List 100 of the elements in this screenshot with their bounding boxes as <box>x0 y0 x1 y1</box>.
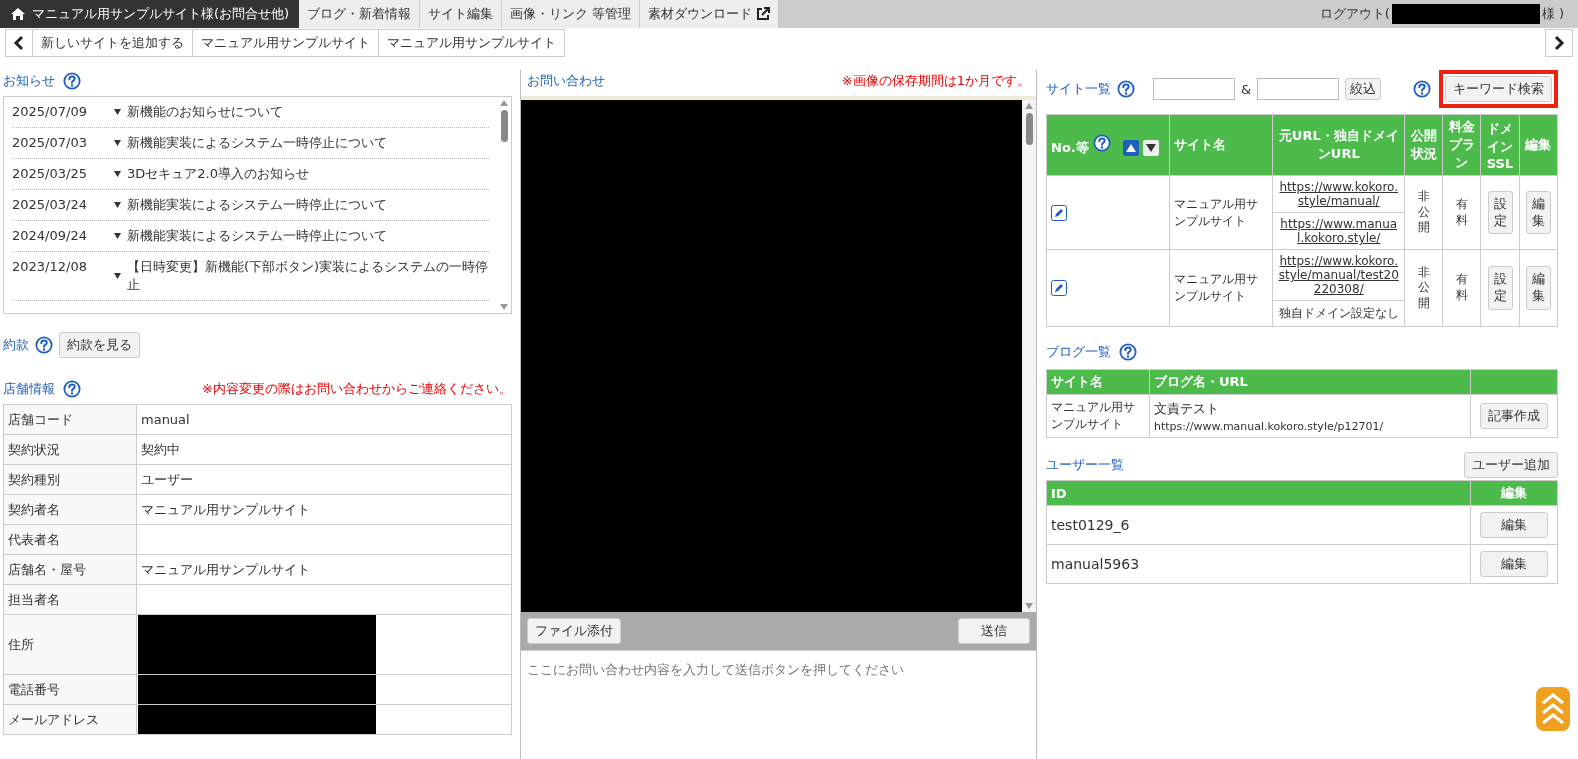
field-value: マニュアル用サンプルサイト <box>141 501 310 517</box>
notice-link[interactable]: 3Dセキュア2.0導入のお知らせ <box>127 165 309 183</box>
field-label: 契約種別 <box>3 464 137 495</box>
scroll-up-icon[interactable] <box>1025 103 1033 109</box>
notice-date: 2025/03/24 <box>12 196 88 214</box>
ssl-settings-button[interactable]: 設定 <box>1487 190 1513 235</box>
home-icon[interactable] <box>10 7 26 21</box>
triangle-icon <box>114 109 121 115</box>
site-title: マニュアル用サンプルサイト様(お問合せ他) <box>32 5 290 23</box>
triangle-icon <box>114 171 121 177</box>
help-icon[interactable] <box>1117 80 1135 98</box>
warning-text: ※内容変更の際はお問い合わせからご連絡ください。 <box>202 380 512 398</box>
view-terms-button[interactable]: 約款を見る <box>59 332 140 358</box>
site-tab[interactable]: マニュアル用サンプルサイト <box>379 29 565 57</box>
filter-button[interactable]: 絞込 <box>1345 78 1382 100</box>
ssl-settings-button[interactable]: 設定 <box>1487 266 1513 310</box>
help-icon[interactable] <box>35 336 53 354</box>
external-link-icon <box>756 7 771 21</box>
field-label: 担当者名 <box>3 584 137 615</box>
column-header: 元URL・独自ドメインURL <box>1272 114 1405 176</box>
field-label: 店舗名・屋号 <box>3 554 137 585</box>
notice-link[interactable]: 【日時変更】新機能(下部ボタン)実装によるシステムの一時停止 <box>127 258 489 294</box>
triangle-icon <box>114 233 121 239</box>
field-value: 契約中 <box>141 441 180 457</box>
status-text: 非公開 <box>1417 264 1430 312</box>
plan-text: 有料 <box>1455 272 1468 304</box>
user-id: test0129_6 <box>1046 505 1471 545</box>
edit-button[interactable]: 編集 <box>1525 266 1551 310</box>
nav-tab[interactable]: 素材ダウンロード <box>640 0 780 28</box>
column-header: 編集 <box>1519 114 1558 176</box>
column-header: 公開状況 <box>1404 114 1443 176</box>
column-header: ドメイン SSL <box>1480 114 1520 176</box>
column-header: 料金プラン <box>1442 114 1481 176</box>
edit-button[interactable]: 編集 <box>1480 512 1548 538</box>
filter-field[interactable] <box>1257 78 1340 100</box>
help-icon[interactable] <box>1093 133 1112 152</box>
field-label: 契約状況 <box>3 434 137 465</box>
attach-file-button[interactable]: ファイル添付 <box>527 618 621 644</box>
scroll-down-icon[interactable] <box>1025 603 1033 609</box>
notice-date: 2025/03/25 <box>12 165 88 183</box>
nav-tab[interactable]: ブログ・新着情報 <box>299 0 421 28</box>
honorific-label: 様 ) <box>1541 5 1564 23</box>
triangle-icon <box>1126 144 1137 152</box>
chevron-right-icon <box>1553 35 1565 51</box>
edit-button[interactable]: 編集 <box>1480 551 1548 577</box>
notice-link[interactable]: 新機能実装によるシステム一時停止について <box>127 227 387 245</box>
help-icon[interactable] <box>1413 80 1431 98</box>
section-title: ユーザー一覧 <box>1046 456 1124 474</box>
logout-link[interactable]: ログアウト( <box>1319 5 1390 23</box>
scrollbar-thumb[interactable] <box>500 110 508 142</box>
edit-button[interactable]: 編集 <box>1525 190 1551 235</box>
site-name: マニュアル用サンプルサイト <box>1046 394 1150 438</box>
site-tab[interactable]: 新しいサイトを追加する <box>33 29 193 57</box>
warning-text: ※画像の保存期間は1か月です。 <box>841 72 1030 90</box>
nav-tab[interactable]: 画像・リンク 等管理 <box>502 0 641 28</box>
nav-tab[interactable]: サイト編集 <box>420 0 503 28</box>
scrollbar[interactable] <box>1022 100 1036 612</box>
help-icon[interactable] <box>1119 343 1137 361</box>
field-value: manual <box>141 412 190 427</box>
keyword-search-button[interactable]: キーワード検索 <box>1445 76 1552 102</box>
notice-link[interactable]: 新機能実装によるシステム一時停止について <box>127 196 387 214</box>
column-header: No.等 <box>1051 139 1089 155</box>
field-label: メールアドレス <box>3 704 137 735</box>
section-title: 約款 <box>3 336 29 354</box>
triangle-icon <box>1146 144 1157 152</box>
edit-icon[interactable] <box>1051 204 1067 221</box>
filter-field[interactable] <box>1153 78 1235 100</box>
section-title: 店舗情報 <box>3 380 55 398</box>
site-tab[interactable]: マニュアル用サンプルサイト <box>193 29 379 57</box>
notice-date: 2025/07/09 <box>12 103 88 121</box>
triangle-icon <box>114 202 121 208</box>
section-title: お問い合わせ <box>527 72 605 90</box>
field-value: マニュアル用サンプルサイト <box>141 561 310 577</box>
help-icon[interactable] <box>63 380 81 398</box>
field-label: 代表者名 <box>3 524 137 555</box>
status-text: 非公開 <box>1417 189 1430 236</box>
triangle-icon <box>114 140 121 146</box>
field-label: 店舗コード <box>3 404 137 435</box>
url-link[interactable]: https://www.kokoro.style/manual/test20220308/ <box>1272 249 1405 301</box>
column-header: サイト名 <box>1169 114 1273 176</box>
edit-icon[interactable] <box>1051 280 1067 296</box>
url-link[interactable]: https://www.kokoro.style/manual/ <box>1272 175 1405 213</box>
field-label: 電話番号 <box>3 674 137 705</box>
section-title: お知らせ <box>3 72 55 90</box>
scroll-down-icon[interactable] <box>500 304 508 310</box>
plan-text: 有料 <box>1455 196 1468 229</box>
notice-link[interactable]: 新機能のお知らせについて <box>127 103 283 121</box>
section-title: サイト一覧 <box>1046 80 1111 98</box>
scroll-up-icon[interactable] <box>500 100 508 106</box>
previous-button[interactable] <box>5 29 33 57</box>
send-button[interactable]: 送信 <box>958 618 1030 644</box>
notice-link[interactable]: 新機能実装によるシステム一時停止について <box>127 134 387 152</box>
next-button[interactable] <box>1545 29 1573 57</box>
create-post-button[interactable]: 記事作成 <box>1480 403 1548 429</box>
help-icon[interactable] <box>63 72 81 90</box>
add-user-button[interactable]: ユーザー追加 <box>1464 452 1558 478</box>
notice-date: 2025/07/03 <box>12 134 88 152</box>
scrollbar-thumb[interactable] <box>1025 113 1033 145</box>
sort-button[interactable] <box>1143 140 1160 156</box>
sort-button[interactable] <box>1123 140 1140 156</box>
